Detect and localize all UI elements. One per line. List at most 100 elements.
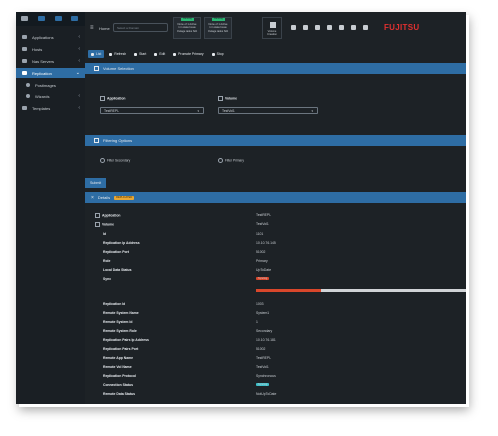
- chevron-icon: ‹: [78, 93, 80, 99]
- detail-row: Connection Status Syncing: [85, 383, 466, 392]
- status-line: Outage tasks N/A: [207, 29, 229, 33]
- sidebar-item-label: Postimages: [35, 82, 56, 88]
- status-card[interactable]: Running None of 1 Active 1 in state Issu…: [173, 17, 201, 39]
- application-select[interactable]: TestREPL ▾: [100, 107, 204, 114]
- detail-row: Remote App Name TestREPL: [85, 356, 466, 365]
- logout-icon[interactable]: [363, 25, 368, 30]
- checkbox-icon[interactable]: [95, 222, 100, 227]
- details-header[interactable]: × Details REPLICATED: [85, 192, 466, 203]
- detail-row: Local Data Status UpToDate: [85, 268, 466, 277]
- menu-icon[interactable]: [21, 16, 28, 21]
- detail-value: TestREPL: [256, 213, 272, 217]
- sync-progress-fill: [256, 289, 322, 292]
- detail-value: TestVol1: [256, 222, 269, 226]
- detail-value: 51002: [256, 347, 266, 351]
- volume-select[interactable]: TestVol1 ▾: [218, 107, 318, 114]
- tab-submit[interactable]: Submit: [85, 178, 107, 188]
- sidebar-item-templates[interactable]: Templates ‹: [16, 103, 85, 113]
- detail-key: Local Data Status: [103, 268, 132, 272]
- volume-creation-label: Volume Creation: [267, 30, 277, 36]
- detail-value: Primary: [256, 259, 268, 263]
- volume-selection-panel: Application TestREPL ▾ Volume TestVol1 ▾: [85, 74, 466, 124]
- filtering-options-header[interactable]: Filtering Options: [85, 135, 466, 146]
- detail-key: Application: [95, 213, 120, 218]
- detail-row: Remote System Name System1: [85, 311, 466, 320]
- detail-key: Volume: [95, 222, 114, 227]
- edit-button[interactable]: Edit: [151, 50, 168, 58]
- filter-secondary-option[interactable]: Filter Secondary: [100, 158, 130, 163]
- detail-row: Replication Id 1003: [85, 302, 466, 311]
- chevron-icon: ‹: [78, 46, 80, 52]
- monitor-icon[interactable]: [38, 16, 45, 21]
- heart-icon[interactable]: [291, 25, 296, 30]
- play-icon: [134, 52, 138, 56]
- volume-selection-header[interactable]: Volume Selection: [85, 63, 466, 74]
- stop-button[interactable]: Stop: [209, 50, 227, 58]
- radio-icon[interactable]: [100, 158, 105, 163]
- filter-primary-option[interactable]: Filter Primary: [218, 158, 244, 163]
- sidebar-item-label: Nas Servers: [32, 58, 55, 64]
- layout-icon[interactable]: [303, 25, 308, 30]
- sync-status-badge: Syncing: [256, 277, 270, 280]
- detail-key: Replication Port: [103, 250, 129, 254]
- detail-key: Replication Pairs Ip Address: [103, 338, 149, 342]
- promote-primary-button[interactable]: Promote Primary: [170, 50, 206, 58]
- domain-select[interactable]: Select a Domain: [113, 23, 168, 32]
- volume-creation-button[interactable]: Volume Creation: [262, 17, 282, 39]
- chevron-icon: ‹: [78, 58, 80, 64]
- applications-icon: [22, 35, 27, 39]
- status-tag: REPLICATED: [114, 195, 135, 200]
- detail-key: Replication Ip Address: [103, 241, 140, 245]
- hamburger-icon[interactable]: ≡: [90, 25, 94, 31]
- sidebar-item-hosts[interactable]: Hosts ‹: [16, 44, 85, 54]
- promote-primary-label: Promote Primary: [178, 52, 204, 56]
- status-badge: Running: [212, 18, 225, 21]
- caret-icon: ▾: [197, 109, 199, 113]
- detail-key: Replication Pairs Port: [103, 347, 139, 351]
- detail-key: Remote Data Status: [103, 392, 136, 396]
- close-icon[interactable]: ×: [91, 195, 94, 201]
- gear-icon[interactable]: [315, 25, 320, 30]
- templates-icon: [22, 106, 27, 110]
- download-icon[interactable]: [339, 25, 344, 30]
- checkbox-icon[interactable]: [100, 96, 105, 101]
- hosts-icon: [22, 47, 27, 51]
- application-value: TestREPL: [104, 109, 120, 113]
- chevron-icon: ‹: [78, 34, 80, 40]
- edit-label: Edit: [159, 52, 166, 56]
- list-button[interactable]: List: [88, 50, 105, 58]
- status-line: Outage tasks N/A: [176, 29, 198, 33]
- sidebar-item-nas-servers[interactable]: Nas Servers ‹: [16, 56, 85, 66]
- sidebar-item-label: Wizards: [35, 93, 50, 99]
- radio-icon[interactable]: [218, 158, 223, 163]
- grid-icon[interactable]: [71, 16, 78, 21]
- detail-value: 1003: [256, 302, 264, 306]
- checkbox-icon[interactable]: [95, 213, 100, 218]
- checkbox-icon[interactable]: [218, 96, 223, 101]
- detail-row-volume: Volume TestVol1: [85, 222, 466, 231]
- start-button[interactable]: Start: [131, 50, 149, 58]
- refresh-button[interactable]: Refresh: [106, 50, 129, 58]
- postimages-icon: [26, 83, 30, 87]
- sidebar-item-applications[interactable]: Applications ‹: [16, 32, 85, 42]
- sidebar-item-label: Applications: [32, 34, 54, 40]
- detail-row: Remote System Role Secondary: [85, 329, 466, 338]
- home-link[interactable]: Home: [99, 26, 110, 31]
- dashboard-icon[interactable]: [55, 16, 62, 21]
- refresh-label: Refresh: [114, 52, 127, 56]
- section-title: Volume Selection: [103, 66, 134, 71]
- sidebar-item-label: Replication: [32, 70, 52, 76]
- sidebar-item-label: Hosts: [32, 46, 43, 52]
- detail-key: Remote System Id: [103, 320, 133, 324]
- status-card[interactable]: Running None of 1 Active 1 in state Issu…: [204, 17, 232, 39]
- status-badge: Running: [181, 18, 194, 21]
- sidebar-item-wizards[interactable]: Wizards ‹: [16, 91, 85, 101]
- sidebar-item-replication[interactable]: Replication ⌄: [16, 68, 85, 78]
- theme-icon[interactable]: [351, 25, 356, 30]
- detail-row: Role Primary: [85, 259, 466, 268]
- filter-icon: [94, 138, 99, 143]
- refresh-icon: [109, 52, 113, 56]
- message-icon[interactable]: [327, 25, 332, 30]
- sidebar-item-postimages[interactable]: Postimages: [16, 80, 85, 90]
- connection-status-badge: Syncing: [256, 383, 270, 386]
